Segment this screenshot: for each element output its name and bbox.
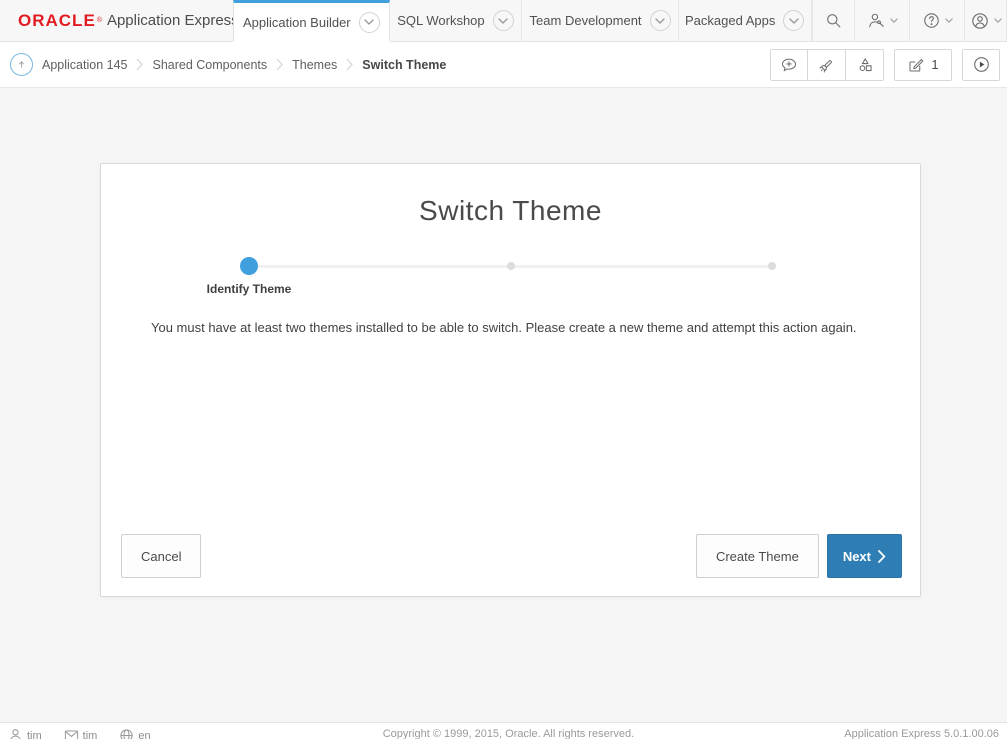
envelope-icon [64,728,79,739]
chevron-down-icon [890,18,898,23]
help-icon [922,11,941,30]
breadcrumb-separator-icon [276,58,283,71]
edit-page-icon [907,56,925,74]
step-2-dot [507,262,515,270]
switch-theme-wizard-dialog: Switch Theme Identify Theme You must hav… [100,163,921,597]
chevron-down-icon [945,18,953,23]
product-name: Application Express [107,12,239,29]
footer-user-name: tim [27,730,42,739]
breadcrumb-current-page: Switch Theme [362,58,446,72]
page-footer: tim tim en Copyright © 1999, 2015, Oracl… [0,722,1007,739]
page-body: Switch Theme Identify Theme You must hav… [0,88,1007,722]
footer-workspace: tim [64,728,98,739]
step-1-dot-current [240,257,258,275]
tab-label: SQL Workshop [397,13,484,28]
edit-page-button[interactable]: 1 [894,49,952,81]
tab-sql-workshop[interactable]: SQL Workshop [390,0,523,41]
footer-language-code: en [138,730,150,739]
step-3-dot [768,262,776,270]
tab-label: Application Builder [243,15,351,30]
app-logo: ORACLE® Application Express [0,0,233,41]
registered-mark: ® [97,17,102,24]
globe-icon [119,728,134,739]
footer-user: tim [8,728,42,739]
wizard-button-bar: Cancel Create Theme Next [121,534,902,578]
flashlight-icon [818,56,836,74]
tab-application-builder[interactable]: Application Builder [233,0,390,41]
administration-menu-button[interactable] [854,0,909,41]
chevron-right-icon [878,550,886,563]
chevron-down-icon [994,18,1002,23]
footer-language: en [119,728,150,739]
account-menu-button[interactable] [964,0,1007,41]
person-icon [8,728,23,739]
next-button[interactable]: Next [827,534,902,578]
page-toolbar: 1 [770,49,1000,81]
cancel-button[interactable]: Cancel [121,534,201,578]
tab-label: Team Development [530,13,642,28]
help-menu-button[interactable] [909,0,964,41]
breadcrumb: Application 145 Shared Components Themes… [42,58,446,72]
breadcrumb-separator-icon [136,58,143,71]
footer-workspace-name: tim [83,730,98,739]
tab-packaged-apps[interactable]: Packaged Apps [679,0,812,41]
oracle-wordmark: ORACLE [18,11,96,31]
account-icon [970,11,990,31]
search-button[interactable] [812,0,855,41]
footer-copyright: Copyright © 1999, 2015, Oracle. All righ… [173,728,845,739]
wizard-title: Switch Theme [101,195,920,227]
arrow-up-icon [15,58,28,71]
breadcrumb-application[interactable]: Application 145 [42,58,127,72]
breadcrumb-themes[interactable]: Themes [292,58,337,72]
breadcrumb-shared-components[interactable]: Shared Components [152,58,267,72]
tab-label: Packaged Apps [685,13,775,28]
chevron-down-circle-icon[interactable] [359,12,380,33]
create-theme-button[interactable]: Create Theme [696,534,819,578]
search-icon [824,11,843,30]
wizard-progress-stepper: Identify Theme [249,257,772,275]
wizard-message: You must have at least two themes instal… [151,320,870,335]
top-navigation-bar: ORACLE® Application Express Application … [0,0,1007,42]
chevron-down-circle-icon[interactable] [650,10,671,31]
next-button-label: Next [843,549,871,564]
chevron-down-circle-icon[interactable] [493,10,514,31]
current-step-label: Identify Theme [207,282,292,296]
play-icon [972,55,991,74]
comment-plus-icon [780,56,798,74]
tab-team-development[interactable]: Team Development [522,0,679,41]
breadcrumb-bar: Application 145 Shared Components Themes… [0,42,1007,88]
admin-wrench-icon [867,11,886,30]
run-page-button[interactable] [962,49,1000,81]
footer-version: Application Express 5.0.1.00.06 [844,728,999,739]
shapes-icon [856,56,874,74]
feedback-button[interactable] [770,49,808,81]
chevron-down-circle-icon[interactable] [783,10,804,31]
nav-up-button[interactable] [10,53,33,76]
breadcrumb-separator-icon [346,58,353,71]
find-button[interactable] [808,49,846,81]
edit-page-number: 1 [931,57,938,72]
shared-components-button[interactable] [846,49,884,81]
